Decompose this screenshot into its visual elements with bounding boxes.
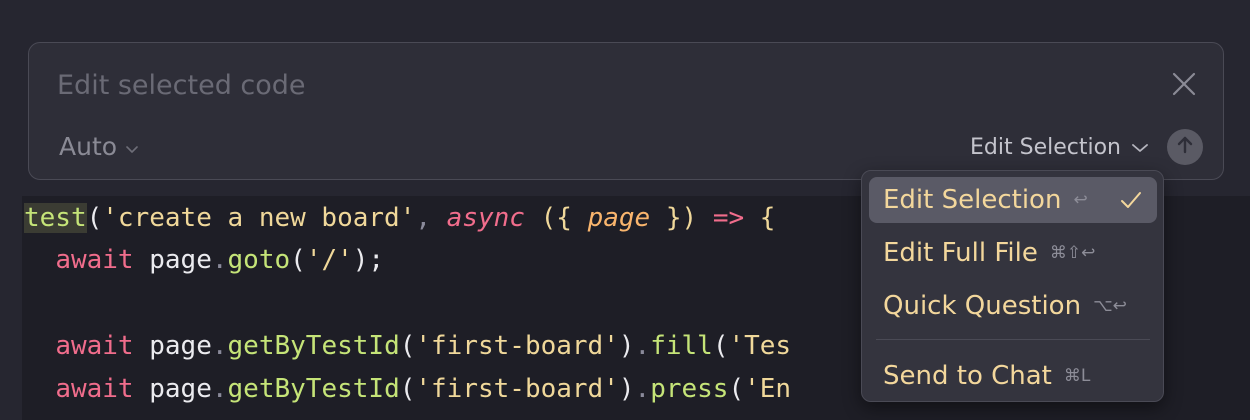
model-label: Auto — [59, 131, 118, 161]
menu-item-shortcut: ⌘L — [1063, 366, 1091, 386]
code-token: fill — [650, 331, 713, 361]
code-token: await — [55, 331, 134, 361]
menu-item-label: Send to Chat — [883, 361, 1052, 391]
code-token: => — [697, 203, 760, 233]
code-token: }) — [650, 203, 698, 233]
menu-item-shortcut: ⌘⇧↩ — [1049, 243, 1096, 263]
menu-item-send-to-chat[interactable]: Send to Chat ⌘L — [869, 353, 1157, 399]
model-selector[interactable]: Auto — [59, 129, 139, 163]
code-token: 'En — [744, 374, 792, 404]
code-token: page — [133, 245, 212, 275]
code-token: ( — [728, 374, 745, 404]
code-line-1: test('create a new board', async ({ page… — [24, 198, 775, 238]
code-line-2: await page.goto('/'); — [24, 240, 384, 280]
code-token: page — [587, 203, 651, 233]
code-token: ( — [399, 374, 416, 404]
code-token: ( — [86, 203, 103, 233]
code-token: page — [133, 374, 212, 404]
code-line-5: await page.getByTestId('first-board').pr… — [24, 369, 791, 409]
code-token: 'create a new board' — [102, 203, 416, 233]
menu-item-label: Edit Selection — [883, 185, 1062, 215]
code-token: async — [446, 203, 525, 233]
editor-window: test('create a new board', async ({ page… — [0, 0, 1250, 420]
menu-item-shortcut: ↩ — [1073, 190, 1088, 210]
code-token: . — [634, 374, 651, 404]
code-token: , — [415, 203, 447, 233]
code-token: 'first-board' — [415, 331, 619, 361]
menu-item-label: Quick Question — [883, 291, 1082, 321]
code-token: ) — [618, 374, 635, 404]
code-token: ( — [399, 331, 416, 361]
code-token: . — [211, 331, 228, 361]
close-icon[interactable] — [1169, 69, 1199, 99]
code-token: await — [55, 245, 134, 275]
code-token: . — [211, 374, 228, 404]
code-token: ({ — [540, 203, 588, 233]
code-token: 'Tes — [728, 331, 792, 361]
menu-item-shortcut: ⌥↩ — [1093, 296, 1127, 316]
arrow-up-icon — [1175, 135, 1195, 159]
edit-prompt-input[interactable] — [57, 65, 1137, 105]
code-token: page — [133, 331, 212, 361]
menu-item-quick-question[interactable]: Quick Question ⌥↩ — [869, 283, 1157, 329]
code-token: goto — [227, 245, 291, 275]
code-token: . — [634, 331, 651, 361]
code-token: ( — [290, 245, 306, 275]
chevron-down-icon — [1131, 135, 1149, 160]
menu-item-edit-selection[interactable]: Edit Selection ↩ — [869, 177, 1157, 223]
code-token: ); — [352, 245, 385, 275]
code-token: ) — [618, 331, 635, 361]
code-token: ( — [712, 331, 729, 361]
menu-item-edit-full-file[interactable]: Edit Full File ⌘⇧↩ — [869, 230, 1157, 276]
code-token: 'first-board' — [415, 374, 619, 404]
code-token: await — [55, 374, 134, 404]
mode-selector[interactable]: Edit Selection — [970, 130, 1149, 164]
menu-item-label: Edit Full File — [883, 238, 1038, 268]
code-token: test — [24, 203, 87, 233]
code-token: getByTestId — [227, 374, 400, 404]
code-token: { — [759, 203, 776, 233]
code-line-4: await page.getByTestId('first-board').fi… — [24, 326, 791, 366]
code-token: '/' — [305, 245, 353, 275]
edit-prompt-panel: Auto Edit Selection — [28, 42, 1224, 180]
code-token: press — [650, 374, 729, 404]
menu-divider — [876, 339, 1150, 340]
mode-label: Edit Selection — [970, 134, 1121, 160]
checkmark-icon — [1119, 188, 1143, 219]
mode-dropdown-menu: Edit Selection ↩ Edit Full File ⌘⇧↩ Quic… — [861, 170, 1164, 402]
chevron-down-icon — [125, 132, 139, 161]
code-token: . — [211, 245, 228, 275]
code-token: getByTestId — [227, 331, 400, 361]
submit-button[interactable] — [1167, 129, 1203, 165]
